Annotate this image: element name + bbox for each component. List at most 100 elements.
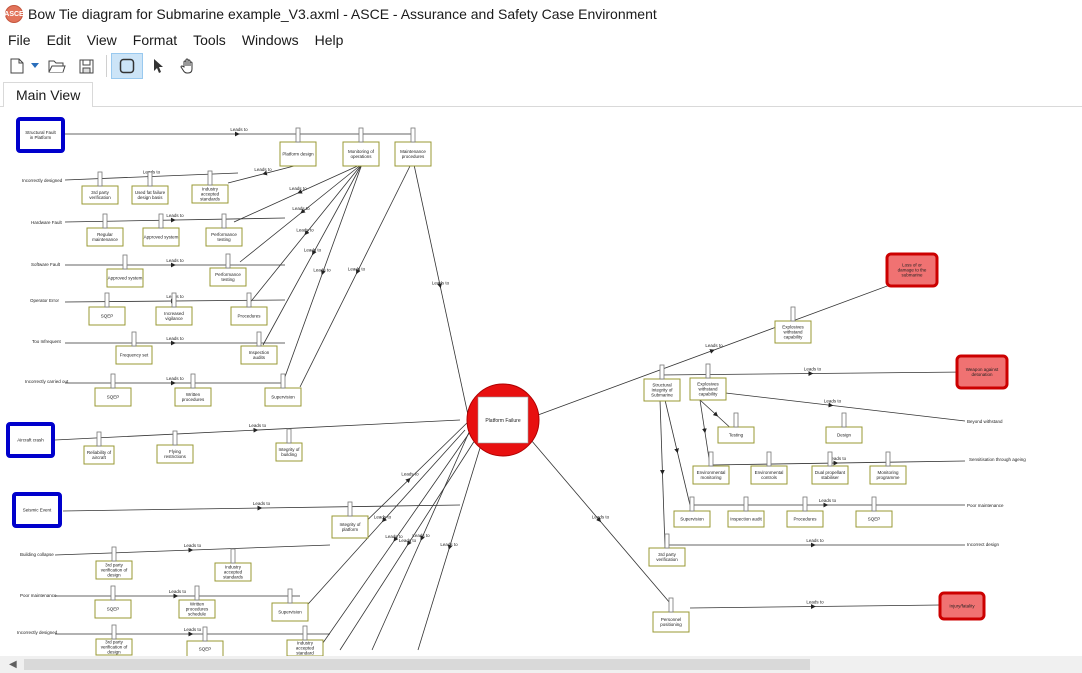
link-label: Leads to [348, 267, 366, 272]
barrier-label: Explosives withstand capability [697, 382, 719, 397]
barrier-node[interactable]: Environmental controls [750, 451, 788, 485]
barrier-node[interactable]: SQEP [94, 585, 132, 619]
barrier-node[interactable]: Explosives withstand capability [689, 363, 727, 401]
window-title: Bow Tie diagram for Submarine example_V3… [28, 6, 657, 22]
save-icon[interactable] [73, 54, 99, 78]
link-label: Leads to [804, 367, 822, 372]
barrier-node[interactable]: Monitoring programme [869, 451, 907, 485]
barrier-node[interactable]: Supervision [271, 588, 309, 622]
barrier-label: Used fat failure design basis [135, 190, 166, 200]
consequence-node[interactable]: Weapon against detonation [955, 354, 1009, 390]
barrier-node[interactable]: Inspection audit [727, 496, 765, 528]
pointer-icon[interactable] [146, 54, 172, 78]
barrier-post [202, 626, 208, 642]
barrier-node[interactable]: Structural Integrity of Submarine [643, 364, 681, 402]
menu-help[interactable]: Help [307, 29, 352, 51]
menu-windows[interactable]: Windows [234, 29, 307, 51]
barrier-node[interactable]: Supervision [264, 373, 302, 407]
new-document-icon[interactable] [4, 54, 30, 78]
barrier-label: Procedures [793, 517, 817, 522]
horizontal-scrollbar[interactable]: ◀ [0, 656, 1082, 673]
barrier-node[interactable]: SQEP [88, 292, 126, 326]
barrier-node[interactable]: Environmental monitoring [692, 451, 730, 485]
barrier-node[interactable]: Approved system [106, 254, 144, 288]
barrier-node[interactable]: Procedures [230, 292, 268, 326]
link-arrow [447, 544, 453, 550]
link-label: Leads to [432, 281, 450, 286]
barrier-post [410, 127, 416, 143]
barrier-label: SQEP [199, 647, 212, 652]
menu-file[interactable]: File [0, 29, 39, 51]
barrier-node[interactable]: Industry accepted standard [286, 625, 324, 656]
barrier-post [102, 213, 108, 229]
barrier-node[interactable]: 3rd party verification [648, 533, 686, 567]
barrier-label: Monitoring programme [876, 470, 900, 480]
barrier-node[interactable]: Frequency set [115, 331, 153, 365]
dropdown-arrow-icon[interactable] [29, 54, 41, 78]
barrier-node[interactable]: Reliability of aircraft [83, 431, 115, 465]
link-label: Leads to [592, 515, 610, 520]
barrier-node[interactable]: Increased vigilance [155, 292, 193, 326]
consequence-node[interactable]: Injury/fatality [938, 591, 986, 621]
barrier-node[interactable]: Industry accepted standards [214, 548, 252, 582]
menu-tools[interactable]: Tools [185, 29, 234, 51]
barrier-node[interactable]: SQEP [94, 373, 132, 407]
bow-tie-diagram[interactable]: Leads to Leads to Leads to Leads to Leads to… [0, 107, 1082, 656]
menu-edit[interactable]: Edit [39, 29, 79, 51]
barrier-node[interactable]: Industry accepted standards [191, 170, 229, 204]
menu-view[interactable]: View [79, 29, 125, 51]
barrier-node[interactable]: Testing [717, 412, 755, 444]
barrier-post [221, 213, 227, 229]
barrier-node[interactable]: Supervision [673, 496, 711, 528]
barrier-post [122, 254, 128, 270]
open-folder-icon[interactable] [44, 54, 70, 78]
barrier-node[interactable]: Integrity of building [275, 428, 303, 462]
scroll-left-icon[interactable]: ◀ [9, 659, 17, 670]
barrier-node[interactable]: Flying restrictions [156, 430, 194, 464]
barrier-post [885, 451, 891, 467]
link-arrow [321, 269, 326, 276]
barrier-post [96, 431, 102, 447]
barrier-label: Personnel positioning [660, 617, 682, 627]
barrier-label: Supervision [680, 517, 704, 522]
menu-format[interactable]: Format [125, 29, 185, 51]
consequence-node[interactable]: Loss of or damage to the submarine [885, 252, 939, 288]
top-event-label: Platform Failure [485, 418, 521, 424]
barrier-node[interactable]: Integrity of platform [331, 501, 369, 539]
barrier-post [659, 364, 665, 380]
barrier-node[interactable]: Regular maintenance [86, 213, 124, 247]
barrier-node[interactable]: Approved system [142, 213, 180, 247]
barrier-post [97, 171, 103, 187]
top-event-node[interactable]: Platform Failure [466, 383, 540, 457]
threat-node[interactable]: Seismic Event [12, 492, 62, 528]
toolbar-separator [106, 55, 107, 77]
barrier-post [147, 171, 153, 187]
barrier-node[interactable]: Procedures [786, 496, 824, 528]
link-label: Leads to [304, 248, 322, 253]
asce-app-icon: ASCE [4, 5, 24, 23]
diagram-canvas[interactable]: Leads to Leads to Leads to Leads to Leads to… [0, 107, 1082, 656]
barrier-node[interactable]: Personnel positioning [652, 597, 690, 633]
tab-main-view[interactable]: Main View [3, 82, 94, 107]
scrollbar-thumb[interactable] [24, 659, 810, 670]
barrier-node[interactable]: 3rd party verification [81, 171, 119, 205]
hand-pan-icon[interactable] [175, 54, 201, 78]
barrier-label: Approved system [108, 276, 143, 281]
toolbar [0, 52, 1082, 80]
threat-node[interactable]: Aircraft crash [6, 422, 55, 458]
barrier-node[interactable]: 3rd party verification of design [95, 546, 133, 580]
link-label: Leads to [399, 538, 417, 543]
barrier-post [190, 373, 196, 389]
barrier-post [171, 292, 177, 308]
barrier-node[interactable]: 3rd party verification of design [95, 624, 133, 656]
barrier-node[interactable]: Performance testing [209, 253, 247, 287]
barrier-node[interactable]: Explosives withstand capability [774, 306, 812, 344]
barrier-node[interactable]: SQEP [855, 496, 893, 528]
barrier-node[interactable]: Design [825, 412, 863, 444]
barrier-node[interactable]: Inspection audits [240, 331, 278, 365]
threat-node[interactable]: Structural Fault in Platform [16, 117, 65, 153]
barrier-post [110, 373, 116, 389]
select-box-icon[interactable] [111, 53, 143, 79]
link-label: Leads to [374, 515, 392, 520]
link-arrow [300, 208, 306, 214]
